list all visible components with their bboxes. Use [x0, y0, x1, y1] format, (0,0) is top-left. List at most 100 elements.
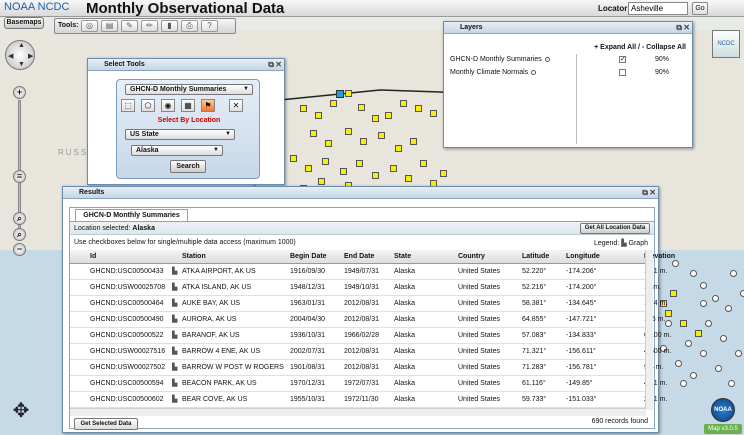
station-marker[interactable] [345, 128, 352, 135]
pan-up-icon[interactable]: ▲ [18, 42, 25, 49]
column-header[interactable]: End Date [344, 250, 392, 263]
normals-marker[interactable] [740, 290, 744, 297]
normals-marker[interactable] [725, 305, 732, 312]
station-marker[interactable] [340, 168, 347, 175]
horizontal-scrollbar[interactable] [70, 408, 646, 416]
graph-icon[interactable]: ▙ [172, 392, 182, 407]
identify-icon[interactable]: ◎ [81, 20, 98, 32]
pan-left-icon[interactable]: ◀ [8, 52, 13, 60]
normals-marker[interactable] [700, 300, 707, 307]
normals-marker[interactable] [690, 372, 697, 379]
normals-marker[interactable] [705, 320, 712, 327]
column-header[interactable]: Id [90, 250, 168, 263]
station-marker[interactable] [345, 90, 352, 97]
zoom-in-button[interactable]: + [13, 86, 26, 99]
normals-marker[interactable] [700, 350, 707, 357]
station-marker[interactable] [315, 112, 322, 119]
station-marker[interactable] [410, 138, 417, 145]
table-row[interactable]: GHCND:USW00027516 ▙ BARROW 4 ENE, AK US 200… [70, 344, 671, 360]
help-icon[interactable]: ? [201, 20, 218, 32]
go-button[interactable]: Go [692, 2, 708, 15]
graph-icon[interactable]: ▙ [172, 360, 182, 375]
layers-icon[interactable]: ▤ [101, 20, 118, 32]
station-marker[interactable] [325, 140, 332, 147]
location-select-icon[interactable]: ⚑ [201, 99, 215, 112]
ncdc-home-button[interactable]: NCDC [712, 30, 740, 58]
normals-marker[interactable] [712, 295, 719, 302]
column-header[interactable]: Longitude [566, 250, 610, 263]
selected-station-marker[interactable] [336, 90, 344, 98]
station-marker[interactable] [318, 178, 325, 185]
close-icon[interactable]: ✕ [649, 187, 656, 199]
close-icon[interactable]: ✕ [275, 59, 282, 71]
restore-icon[interactable]: ⧉ [642, 187, 648, 199]
layer-radio[interactable] [544, 56, 550, 62]
search-button[interactable]: Search [170, 160, 206, 173]
polygon-select-icon[interactable]: ⬠ [141, 99, 155, 112]
table-row[interactable]: GHCND:USC00500464 ▙ AUKE BAY, AK US 1963/01… [70, 296, 667, 312]
select-tool-icon[interactable]: ✎ [121, 20, 138, 32]
normals-marker[interactable] [690, 270, 697, 277]
station-marker[interactable] [358, 104, 365, 111]
station-marker[interactable] [385, 112, 392, 119]
measure-icon[interactable]: ✏ [141, 20, 158, 32]
dataset-select[interactable]: GHCN-D Monthly Summaries ▼ [125, 84, 253, 95]
station-marker[interactable] [356, 160, 363, 167]
column-header[interactable]: Latitude [522, 250, 566, 263]
locator-input[interactable] [628, 2, 688, 15]
table-row[interactable]: GHCND:USC00500594 ▙ BEACON PARK, AK US 1970… [70, 376, 667, 392]
normals-marker[interactable] [700, 282, 707, 289]
results-title-bar[interactable]: Results ⧉ ✕ [63, 187, 658, 199]
station-marker[interactable] [290, 155, 297, 162]
location-type-select[interactable]: US State ▼ [125, 129, 235, 140]
graph-icon[interactable]: ▙ [172, 280, 182, 295]
select-tools-title-bar[interactable]: Select Tools ⧉ ✕ [88, 59, 284, 71]
clear-selection-icon[interactable]: ✕ [229, 99, 243, 112]
table-row[interactable]: GHCND:USC00500522 ▙ BARANOF, AK US 1936/10/… [70, 328, 671, 344]
normals-marker[interactable] [715, 365, 722, 372]
station-marker[interactable] [420, 160, 427, 167]
location-value-select[interactable]: Alaska ▼ [131, 145, 223, 156]
column-header[interactable]: State [394, 250, 456, 263]
table-row[interactable]: GHCND:USW00025708 ▙ ATKA ISLAND, AK US 1948… [70, 280, 661, 296]
restore-icon[interactable]: ⧉ [268, 59, 274, 71]
station-marker[interactable] [378, 132, 385, 139]
normals-marker[interactable] [735, 350, 742, 357]
table-row[interactable]: ✓GHCND:USW00027502▙BARROW W POST W ROGER… [70, 360, 663, 376]
bookmark-icon[interactable]: ▮ [161, 20, 178, 32]
graph-icon[interactable]: ▙ [172, 328, 182, 343]
get-all-location-data-button[interactable]: Get All Location Data [580, 223, 650, 234]
graph-icon[interactable]: ▙ [172, 376, 182, 391]
graph-icon[interactable]: ▙ [172, 296, 182, 311]
point-select-icon[interactable]: ◉ [161, 99, 175, 112]
expand-collapse-all[interactable]: + Expand All / - Collapse All [594, 44, 686, 51]
station-marker[interactable] [372, 172, 379, 179]
station-marker[interactable] [695, 330, 702, 337]
station-marker[interactable] [405, 175, 412, 182]
station-marker[interactable] [430, 110, 437, 117]
table-row[interactable]: GHCND:USC00500602 ▙ BEAR COVE, AK US 1955/1… [70, 392, 667, 408]
get-selected-data-button[interactable]: Get Selected Data [74, 418, 138, 430]
normals-marker[interactable] [728, 380, 735, 387]
column-header[interactable]: Begin Date [290, 250, 342, 263]
station-marker[interactable] [330, 100, 337, 107]
column-header[interactable]: Country [458, 250, 520, 263]
station-marker[interactable] [415, 105, 422, 112]
layers-title-bar[interactable]: Layers ⧉ ✕ [444, 22, 692, 34]
vertical-scrollbar[interactable] [645, 250, 653, 410]
tab-ghcnd-monthly[interactable]: GHCN-D Monthly Summaries [75, 209, 188, 221]
zoom-out-button[interactable]: − [13, 243, 26, 256]
zoom-extent-icon[interactable]: ⌕ [13, 212, 26, 225]
table-select-icon[interactable]: ▦ [181, 99, 195, 112]
pan-down-icon[interactable]: ▼ [18, 61, 25, 68]
layer-visibility-checkbox[interactable] [619, 69, 626, 76]
station-marker[interactable] [300, 105, 307, 112]
station-marker[interactable] [400, 100, 407, 107]
station-marker[interactable] [372, 115, 379, 122]
station-marker[interactable] [310, 130, 317, 137]
graph-icon[interactable]: ▙ [172, 312, 182, 327]
table-row[interactable]: GHCND:USC00500433 ▙ ATKA AIRPORT, AK US 191… [70, 264, 667, 280]
normals-marker[interactable] [730, 270, 737, 277]
station-marker[interactable] [322, 158, 329, 165]
table-row[interactable]: GHCND:USC00500490 ▙ AURORA, AK US 2004/04/3… [70, 312, 665, 328]
